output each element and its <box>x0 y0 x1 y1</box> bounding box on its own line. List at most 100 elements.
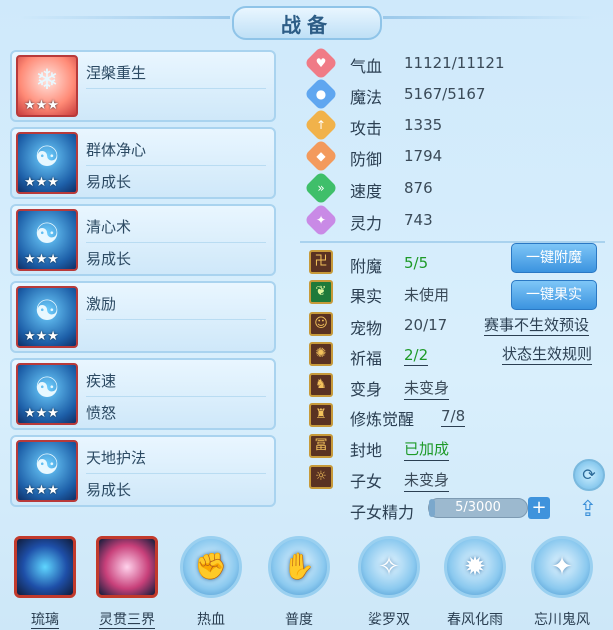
combat-skill-icon: ✦ <box>531 536 593 598</box>
skill-card[interactable]: ☯ ★★★ 激励 <box>10 281 276 353</box>
skill-stars: ★★★ <box>24 252 59 267</box>
mana-icon: ● <box>304 77 338 111</box>
add-energy-button[interactable]: + <box>528 497 550 519</box>
battle-prep-panel: 战备 ❄ ★★★ 涅槃重生 ☯ ★★★ 群体净心 易成长 ☯ ★★★ 清心术 易成长 ☯ ★★★ 激励 ☯ ★… <box>0 0 613 630</box>
skill-card[interactable]: ☯ ★★★ 天地护法易成长 <box>10 435 276 507</box>
combat-skill-slot[interactable]: ✦ 忘川鬼风 <box>527 536 597 630</box>
attribute-value: 876 <box>404 179 433 197</box>
combat-skill-slot[interactable]: ✋ 普度 <box>264 536 334 630</box>
bonus-value: 未使用 <box>404 286 450 304</box>
combat-skill-label: 春风化雨 <box>447 612 503 628</box>
event-preset-link[interactable]: 赛事不生效预设 <box>484 314 590 336</box>
bonus-value: 未变身 <box>404 377 450 400</box>
panel-title-bar: 战备 <box>232 6 382 40</box>
combat-skill-label: 灵贯三界 <box>99 612 155 629</box>
skill-icon: ☯ ★★★ <box>16 363 78 425</box>
skill-glyph: ☯ <box>34 217 60 250</box>
attribute-row: ↑ 攻击 1335 <box>304 108 609 142</box>
child-icon: ☼ <box>309 465 333 489</box>
fief-icon: 冨 <box>309 434 333 458</box>
skill-name: 天地护法 <box>86 449 147 467</box>
attribute-label: 防御 <box>350 150 383 169</box>
child-energy-bar: 5/3000 <box>428 498 528 518</box>
attribute-row: ✦ 灵力 743 <box>304 203 609 237</box>
bonus-value: 未变身 <box>404 469 450 492</box>
skill-icon: ☯ ★★★ <box>16 440 78 502</box>
attack-icon: ↑ <box>304 108 338 142</box>
skill-stars: ★★★ <box>24 175 59 190</box>
skill-stars: ★★★ <box>24 329 59 344</box>
bonus-label: 子女 <box>350 472 383 491</box>
skill-name: 疾速 <box>86 372 117 390</box>
skill-icon: ☯ ★★★ <box>16 286 78 348</box>
skill-glyph: ☯ <box>34 140 60 173</box>
attribute-label: 魔法 <box>350 88 383 107</box>
skill-separator <box>86 319 266 320</box>
skill-glyph: ☯ <box>34 294 60 327</box>
skill-trait: 愤怒 <box>86 404 117 422</box>
attribute-label: 灵力 <box>350 214 383 233</box>
cultivation-icon: ♜ <box>309 403 333 427</box>
combat-skill-label: 普度 <box>285 612 313 628</box>
combat-skill-slot[interactable]: 琉璃 <box>10 536 80 630</box>
status-rules-link[interactable]: 状态生效规则 <box>502 343 593 365</box>
bonus-label: 封地 <box>350 441 383 460</box>
attribute-value: 1794 <box>404 147 443 165</box>
attribute-label: 攻击 <box>350 119 383 138</box>
skill-bar: 琉璃 灵贯三界 ✊ 热血 ✋ 普度 ✧ 娑罗双 ✹ 春风化雨 ✦ 忘川鬼风 <box>0 524 613 630</box>
skill-card[interactable]: ☯ ★★★ 清心术 易成长 <box>10 204 276 276</box>
skill-separator <box>86 473 266 474</box>
skill-trait: 易成长 <box>86 481 132 499</box>
skill-icon: ☯ ★★★ <box>16 209 78 271</box>
attribute-value: 5167/5167 <box>404 85 486 103</box>
skill-stars: ★★★ <box>24 98 59 113</box>
attribute-row: ◆ 防御 1794 <box>304 139 609 173</box>
bonus-label: 变身 <box>350 380 383 399</box>
one-click-enchant-button[interactable]: 一键附魔 <box>511 243 597 273</box>
skill-name: 群体净心 <box>86 141 147 159</box>
attribute-row: ♥ 气血 11121/11121 <box>304 46 609 80</box>
bonus-label: 果实 <box>350 287 383 306</box>
bonus-row[interactable]: ♞ 变身 未变身 <box>309 373 609 401</box>
skill-card[interactable]: ☯ ★★★ 疾速愤怒 <box>10 358 276 430</box>
combat-skill-slot[interactable]: ✹ 春风化雨 <box>440 536 510 630</box>
bonus-value: 2/2 <box>404 346 429 366</box>
transform-icon: ♞ <box>309 373 333 397</box>
combat-skill-slot[interactable]: ✊ 热血 <box>176 536 246 630</box>
skill-icon: ❄ ★★★ <box>16 55 78 117</box>
combat-skill-label: 琉璃 <box>31 612 59 629</box>
attribute-label: 速度 <box>350 182 383 201</box>
skill-name: 涅槃重生 <box>86 64 147 82</box>
attribute-value: 743 <box>404 211 433 229</box>
skill-card[interactable]: ☯ ★★★ 群体净心 易成长 <box>10 127 276 199</box>
attribute-value: 1335 <box>404 116 443 134</box>
skill-stars: ★★★ <box>24 483 59 498</box>
one-click-fruit-button[interactable]: 一键果实 <box>511 280 597 310</box>
enchant-icon: 卍 <box>309 250 333 274</box>
refresh-button[interactable]: ⟳ <box>573 459 605 491</box>
attribute-label: 气血 <box>350 57 383 76</box>
skill-icon: ☯ ★★★ <box>16 132 78 194</box>
skill-name: 激励 <box>86 295 117 313</box>
combat-skill-icon: ✧ <box>358 536 420 598</box>
bonus-row[interactable]: ♜ 修炼觉醒 7/8 <box>309 403 609 431</box>
bonus-value: 7/8 <box>441 407 466 427</box>
bonus-label: 祈福 <box>350 349 383 368</box>
share-button[interactable]: ⇪ <box>571 497 605 525</box>
attribute-row: » 速度 876 <box>304 171 609 205</box>
combat-skill-slot[interactable]: 灵贯三界 <box>92 536 162 630</box>
title-ornament-right <box>383 16 593 19</box>
skill-trait: 易成长 <box>86 250 132 268</box>
bonus-row[interactable]: ☼ 子女 未变身 <box>309 465 609 493</box>
heart-icon: ♥ <box>304 46 338 80</box>
skill-separator <box>86 396 266 397</box>
bonus-label: 宠物 <box>350 319 383 338</box>
skill-glyph: ☯ <box>34 448 60 481</box>
skill-separator <box>86 242 266 243</box>
skill-card[interactable]: ❄ ★★★ 涅槃重生 <box>10 50 276 122</box>
title-ornament-left <box>20 16 230 19</box>
bonus-row[interactable]: 冨封地 已加成 <box>309 434 609 462</box>
combat-skill-slot[interactable]: ✧ 娑罗双 <box>354 536 424 630</box>
combat-skill-icon <box>14 536 76 598</box>
speed-icon: » <box>304 171 338 205</box>
